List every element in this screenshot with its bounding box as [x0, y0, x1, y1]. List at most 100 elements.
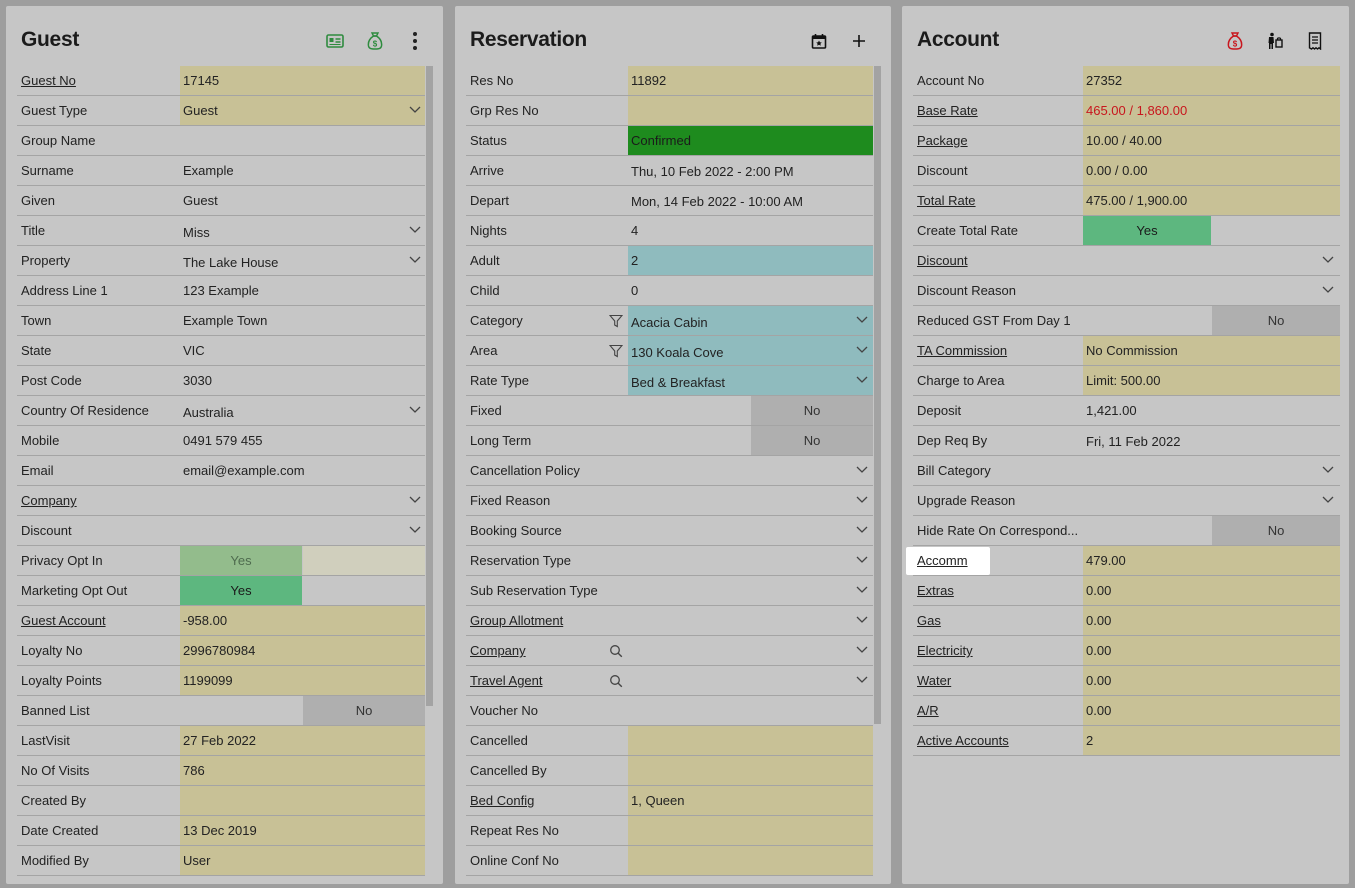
- grp-res-no-field[interactable]: [628, 96, 873, 125]
- chevron-down-icon[interactable]: [856, 616, 868, 624]
- chevron-down-icon[interactable]: [856, 676, 868, 684]
- svg-text:$: $: [1233, 40, 1238, 49]
- mobile-field[interactable]: 0491 579 455: [180, 426, 425, 455]
- discount-select[interactable]: [180, 516, 425, 545]
- company-select[interactable]: [180, 486, 425, 515]
- address-field[interactable]: 123 Example: [180, 276, 425, 305]
- chevron-down-icon[interactable]: [856, 496, 868, 504]
- money-bag-icon[interactable]: $: [359, 30, 391, 52]
- water-label[interactable]: Water: [917, 666, 951, 696]
- filter-icon[interactable]: [609, 344, 623, 358]
- fixed-no-toggle[interactable]: No: [751, 396, 873, 425]
- chevron-down-icon[interactable]: [409, 256, 421, 264]
- chevron-down-icon[interactable]: [1322, 286, 1334, 294]
- address-row: Address Line 1 123 Example: [6, 276, 443, 306]
- account-discount-select-label[interactable]: Discount: [917, 246, 968, 276]
- active-accounts-label[interactable]: Active Accounts: [917, 726, 1009, 756]
- total-rate-label[interactable]: Total Rate: [917, 186, 976, 216]
- hide-rate-no-toggle[interactable]: No: [1212, 516, 1340, 545]
- chevron-down-icon[interactable]: [856, 376, 868, 384]
- chevron-down-icon[interactable]: [409, 496, 421, 504]
- chevron-down-icon[interactable]: [1322, 256, 1334, 264]
- guest-no-label[interactable]: Guest No: [21, 66, 76, 96]
- reservation-scrollbar[interactable]: [874, 66, 881, 724]
- add-icon[interactable]: [843, 30, 875, 52]
- voucher-field[interactable]: [628, 696, 873, 725]
- chevron-down-icon[interactable]: [856, 466, 868, 474]
- res-no-field[interactable]: 11892: [628, 66, 873, 95]
- chevron-down-icon[interactable]: [409, 526, 421, 534]
- group-name-field[interactable]: [180, 126, 425, 155]
- child-field[interactable]: 0: [628, 276, 873, 305]
- property-select[interactable]: The Lake House: [180, 246, 425, 275]
- money-bag-icon[interactable]: $: [1219, 30, 1251, 52]
- privacy-no-toggle[interactable]: [303, 546, 425, 575]
- town-field[interactable]: Example Town: [180, 306, 425, 335]
- extras-label[interactable]: Extras: [917, 576, 954, 606]
- privacy-yes-toggle[interactable]: Yes: [180, 546, 302, 575]
- more-menu-icon[interactable]: [399, 30, 431, 52]
- chevron-down-icon[interactable]: [409, 106, 421, 114]
- title-select[interactable]: Miss: [180, 216, 425, 245]
- package-label[interactable]: Package: [917, 126, 968, 156]
- given-field[interactable]: Guest: [180, 186, 425, 215]
- account-discount-row: Discount 0.00 / 0.00: [902, 156, 1349, 186]
- filter-icon[interactable]: [609, 314, 623, 328]
- dep-req-by-field[interactable]: Fri, 11 Feb 2022: [1083, 426, 1340, 455]
- adult-field[interactable]: 2: [628, 246, 873, 275]
- chevron-down-icon[interactable]: [856, 316, 868, 324]
- create-total-yes-toggle[interactable]: Yes: [1083, 216, 1211, 245]
- chevron-down-icon[interactable]: [409, 226, 421, 234]
- receipt-icon[interactable]: [1299, 30, 1331, 52]
- search-icon[interactable]: [609, 644, 623, 658]
- category-select[interactable]: Acacia Cabin: [628, 306, 873, 335]
- chevron-down-icon[interactable]: [1322, 466, 1334, 474]
- group-allot-label[interactable]: Group Allotment: [470, 606, 563, 636]
- guest-luggage-icon[interactable]: [1259, 30, 1291, 52]
- search-icon[interactable]: [609, 674, 623, 688]
- long-term-no-toggle[interactable]: No: [751, 426, 873, 455]
- chevron-down-icon[interactable]: [409, 406, 421, 414]
- rate-type-select[interactable]: Bed & Breakfast: [628, 366, 873, 395]
- loyalty-points-field[interactable]: 1199099: [180, 666, 425, 695]
- deposit-field[interactable]: 1,421.00: [1083, 396, 1340, 425]
- banned-no-toggle[interactable]: No: [303, 696, 425, 725]
- reduced-gst-no-toggle[interactable]: No: [1212, 306, 1340, 335]
- arrive-field[interactable]: Thu, 10 Feb 2022 - 2:00 PM: [628, 156, 873, 185]
- chevron-down-icon[interactable]: [856, 526, 868, 534]
- nights-field[interactable]: 4: [628, 216, 873, 245]
- marketing-yes-toggle[interactable]: Yes: [180, 576, 302, 605]
- gas-label[interactable]: Gas: [917, 606, 941, 636]
- res-company-label[interactable]: Company: [470, 636, 526, 666]
- depart-field[interactable]: Mon, 14 Feb 2022 - 10:00 AM: [628, 186, 873, 215]
- bed-config-label[interactable]: Bed Config: [470, 786, 534, 816]
- discount-reason-row: Discount Reason: [902, 276, 1349, 306]
- guest-scrollbar[interactable]: [426, 66, 433, 706]
- ar-label[interactable]: A/R: [917, 696, 939, 726]
- chevron-down-icon[interactable]: [856, 556, 868, 564]
- guest-type-select[interactable]: Guest: [180, 96, 425, 125]
- guest-account-label[interactable]: Guest Account: [21, 606, 106, 636]
- calendar-icon[interactable]: [803, 30, 835, 52]
- loyalty-no-field[interactable]: 2996780984: [180, 636, 425, 665]
- chevron-down-icon[interactable]: [856, 646, 868, 654]
- chevron-down-icon[interactable]: [856, 586, 868, 594]
- state-field[interactable]: VIC: [180, 336, 425, 365]
- company-label[interactable]: Company: [21, 486, 77, 516]
- area-select[interactable]: 130 Koala Cove: [628, 336, 873, 365]
- electricity-label[interactable]: Electricity: [917, 636, 973, 666]
- surname-field[interactable]: Example: [180, 156, 425, 185]
- ta-commission-label[interactable]: TA Commission: [917, 336, 1007, 366]
- guest-no-field[interactable]: 17145: [180, 66, 425, 95]
- accomm-label[interactable]: Accomm: [917, 546, 968, 576]
- base-rate-label[interactable]: Base Rate: [917, 96, 978, 126]
- email-field[interactable]: email@example.com: [180, 456, 425, 485]
- post-code-field[interactable]: 3030: [180, 366, 425, 395]
- id-card-icon[interactable]: [319, 30, 351, 52]
- guest-account-field[interactable]: -958.00: [180, 606, 425, 635]
- travel-agent-label[interactable]: Travel Agent: [470, 666, 543, 696]
- country-select[interactable]: Australia: [180, 396, 425, 425]
- chevron-down-icon[interactable]: [856, 346, 868, 354]
- chevron-down-icon[interactable]: [1322, 496, 1334, 504]
- status-badge[interactable]: Confirmed: [628, 126, 873, 155]
